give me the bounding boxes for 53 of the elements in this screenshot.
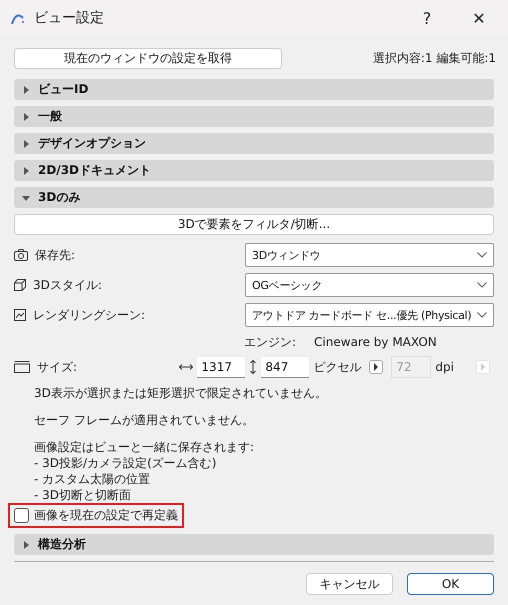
field-label: レンダリングシーン: [33, 306, 146, 324]
horizontal-arrow-icon [179, 363, 194, 371]
cancel-button[interactable]: キャンセル [306, 573, 393, 595]
caret-right-icon [373, 363, 380, 371]
height-field[interactable]: 847 [261, 356, 310, 378]
redefine-checkbox[interactable]: 画像を現在の設定で再定義 [14, 507, 178, 524]
info-text: セーフ フレームが適用されていません。 [34, 412, 255, 428]
caret-right-icon [22, 540, 30, 548]
unit-toggle-button[interactable] [369, 360, 384, 374]
width-field[interactable]: 1317 [197, 356, 246, 378]
engine-label: エンジン: [244, 334, 296, 350]
camera-icon [14, 249, 28, 261]
chevron-icon [477, 312, 487, 318]
window-title: ビュー設定 [34, 9, 105, 27]
section-header[interactable]: ビューID [14, 79, 494, 100]
caret-right-icon [22, 166, 30, 174]
cube-icon [14, 279, 26, 291]
dropdown[interactable]: アウトドア カードボード セ...優先 (Physical) [245, 303, 494, 327]
vertical-arrow-icon [249, 360, 258, 374]
unit-label: ピクセル [313, 358, 362, 376]
dropdown[interactable]: 3Dウィンドウ [245, 243, 494, 267]
close-button[interactable]: ✕ [456, 0, 502, 36]
list-item: - 3D切断と切断面 [34, 487, 132, 503]
filter-button[interactable]: 3Dで要素をフィルタ/切断... [14, 214, 494, 235]
help-button[interactable]: ? [404, 0, 450, 36]
image-icon [14, 309, 26, 321]
field-label: 3Dスタイル: [33, 276, 102, 294]
info-text: 画像設定はビューと一緒に保存されます: [34, 439, 256, 455]
list-item: - 3D投影/カメラ設定(ズーム含む) [34, 455, 218, 471]
get-settings-button[interactable]: 現在のウィンドウの設定を取得 [14, 48, 282, 68]
size-icon [14, 361, 30, 373]
selection-info: 選択内容:1 編集可能:1 [372, 50, 496, 66]
section-header[interactable]: 2D/3Dドキュメント [14, 160, 494, 181]
section-header[interactable]: 一般 [14, 106, 494, 127]
engine-value: Cineware by MAXON [314, 335, 437, 349]
caret-right-icon [480, 363, 486, 371]
chevron-icon [477, 252, 487, 258]
info-text: 3D表示が選択または矩形選択で限定されていません。 [34, 385, 328, 401]
caret-down-icon [22, 194, 30, 202]
dropdown[interactable]: OGベーシック [245, 273, 494, 297]
field-label: サイズ: [37, 358, 78, 376]
dpi-unit: dpi [435, 360, 454, 374]
caret-right-icon [22, 86, 30, 94]
field-label: 保存先: [35, 246, 76, 264]
section-header[interactable]: デザインオプション [14, 133, 494, 154]
caret-right-icon [22, 112, 30, 120]
dpi-toggle-button[interactable] [476, 360, 490, 374]
ok-button[interactable]: OK [407, 573, 494, 595]
chevron-icon [477, 282, 487, 288]
caret-right-icon [22, 140, 30, 148]
list-item: - カスタム太陽の位置 [34, 471, 152, 487]
section-header[interactable]: 3Dのみ [14, 187, 494, 208]
section-header[interactable]: 構造分析 [14, 534, 494, 555]
